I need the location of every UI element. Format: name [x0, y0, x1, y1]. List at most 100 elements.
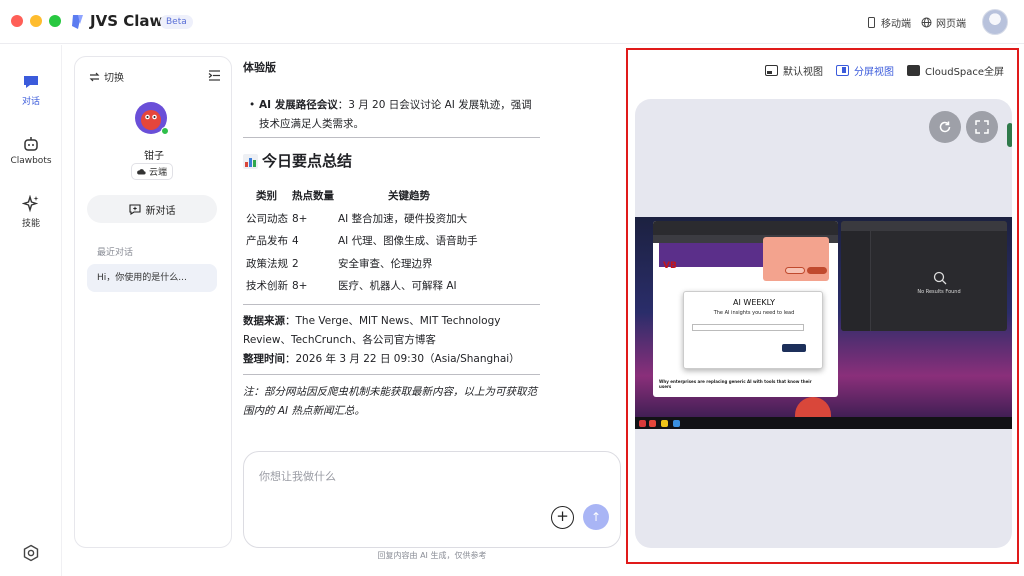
- user-avatar[interactable]: [982, 9, 1008, 35]
- bot-name: 钳子: [144, 151, 164, 162]
- cloud-tag: 云端: [131, 163, 174, 180]
- close-window-button[interactable]: [11, 15, 23, 27]
- default-view-icon: [765, 65, 778, 76]
- divider: [243, 374, 540, 375]
- new-chat-label: 新对话: [145, 205, 176, 217]
- recent-label: 最近对话: [97, 248, 134, 258]
- split-view-button[interactable]: 分屏视图: [836, 63, 894, 78]
- split-view-label: 分屏视图: [854, 67, 894, 78]
- table-cell: 政策法规: [246, 257, 288, 270]
- newsletter-modal: AI WEEKLY The AI insights you need to le…: [683, 291, 823, 369]
- mobile-link[interactable]: 移动端: [866, 15, 911, 30]
- cloud-label: 云端: [149, 168, 168, 178]
- time-line: 整理时间：2026 年 3 月 22 日 09:30（Asia/Shanghai…: [243, 350, 540, 369]
- fullscreen-view-button[interactable]: CloudSpace全屏: [907, 63, 1004, 78]
- summary-heading: 今日要点总结: [243, 152, 352, 171]
- fullscreen-view-label: CloudSpace全屏: [925, 67, 1005, 78]
- settings-icon[interactable]: [22, 544, 40, 562]
- default-view-button[interactable]: 默认视图: [765, 63, 823, 78]
- table-cell: 医疗、机器人、可解释 AI: [338, 280, 457, 292]
- sources-label: 数据来源: [243, 315, 285, 327]
- taskbar-browser-icon: [673, 420, 680, 427]
- time-text: ：2026 年 3 月 22 日 09:30（Asia/Shanghai）: [285, 353, 520, 365]
- table-row: 产品发布 4 AI 代理、图像生成、语音助手: [243, 232, 540, 255]
- remote-desktop-preview[interactable]: VB AI WEEKLY The AI insights you need to…: [635, 99, 1012, 548]
- note-text: 注：部分网站因反爬虫机制未能获取最新内容，以上为可获取范围内的 AI 热点新闻汇…: [243, 386, 537, 417]
- maximize-window-button[interactable]: [49, 15, 61, 27]
- send-button[interactable]: ↑: [583, 504, 609, 530]
- divider: [243, 137, 540, 138]
- new-chat-icon: [128, 203, 141, 215]
- refresh-button[interactable]: [929, 111, 961, 143]
- minimize-window-button[interactable]: [30, 15, 42, 27]
- swap-icon: [89, 72, 100, 81]
- newsletter-subtitle: The AI insights you need to lead: [713, 310, 795, 316]
- remote-popup: [763, 237, 829, 281]
- remote-screen[interactable]: VB AI WEEKLY The AI insights you need to…: [635, 217, 1012, 429]
- collapse-sidebar-icon[interactable]: [208, 69, 221, 82]
- newsletter-submit-button: [782, 344, 806, 352]
- expand-button[interactable]: [966, 111, 998, 143]
- new-chat-button[interactable]: 新对话: [87, 195, 217, 223]
- web-link[interactable]: 网页端: [921, 15, 966, 30]
- ai-disclaimer: 回复内容由 AI 生成，仅供参考: [377, 551, 487, 560]
- magnifier-icon: [933, 271, 947, 285]
- session-panel: 切换 钳子 云端 新对话 最近对话 Hi，你使用的是什么...: [74, 56, 232, 548]
- table-cell: 产品发布: [246, 235, 288, 247]
- table-row: 技术创新 8+ 医疗、机器人、可解释 AI: [243, 277, 540, 300]
- table-cell: AI 整合加速，硬件投资加大: [338, 212, 468, 225]
- app-logo-icon: [72, 15, 83, 29]
- switch-button[interactable]: 切换: [89, 69, 124, 84]
- fullscreen-view-icon: [907, 65, 920, 76]
- browser-tab-bar: [653, 221, 838, 235]
- globe-icon: [921, 17, 932, 28]
- title-bar: JVS Claw Beta 移动端 网页端: [0, 0, 1024, 44]
- chat-icon: [24, 76, 38, 88]
- left-navigation: 对话 Clawbots 技能: [0, 45, 62, 576]
- divider: [243, 304, 540, 305]
- file-window-titlebar: [841, 221, 1007, 231]
- no-results-message: No Results Found: [917, 289, 961, 295]
- recent-chat-item[interactable]: Hi，你使用的是什么...: [87, 264, 217, 292]
- split-view-icon: [836, 65, 849, 76]
- table-cell: 技术创新: [246, 280, 288, 292]
- table-cell: 2: [292, 257, 299, 270]
- refresh-icon: [939, 121, 951, 133]
- file-window-sidebar: [841, 231, 871, 331]
- section-title: 体验版: [243, 61, 276, 74]
- table-cell: 4: [292, 235, 299, 247]
- sources-block: 数据来源：The Verge、MIT News、MIT Technology R…: [243, 312, 540, 369]
- nav-item-skills-label: 技能: [21, 219, 40, 229]
- bullet-text-block: AI 发展路径会议：3 月 20 日会议讨论 AI 发展轨迹，强调技术应满足人类…: [249, 96, 541, 134]
- beta-badge: Beta: [160, 15, 193, 29]
- switch-label: 切换: [104, 73, 124, 84]
- taskbar-app-icon: [649, 420, 656, 427]
- nav-item-chat[interactable]: 对话: [0, 73, 62, 107]
- table-cell: 公司动态: [246, 212, 288, 225]
- taskbar-folder-icon: [661, 420, 668, 427]
- phone-icon: [868, 17, 875, 28]
- bullet-item: • AI 发展路径会议：3 月 20 日会议讨论 AI 发展轨迹，强调技术应满足…: [249, 96, 541, 134]
- table-row: 公司动态 8+ AI 整合加速，硬件投资加大: [243, 210, 540, 233]
- table-cell: 8+: [292, 280, 308, 292]
- online-indicator: [161, 127, 169, 135]
- table-header-row: 类别 热点数量 关键趋势: [243, 187, 540, 210]
- bullet-bold: AI 发展路径会议: [259, 99, 338, 111]
- nav-item-skills[interactable]: 技能: [0, 195, 62, 229]
- table-cell: 8+: [292, 212, 308, 225]
- scroll-indicator: [1007, 123, 1012, 147]
- bot-icon: [24, 137, 38, 151]
- bar-chart-icon: [243, 154, 258, 169]
- table-header-category: 类别: [256, 190, 277, 202]
- message-input-placeholder[interactable]: 你想让我做什么: [259, 468, 336, 484]
- cloudspace-panel: 默认视图 分屏视图 CloudSpace全屏 VB AI WEEKLY The …: [626, 48, 1019, 564]
- summary-table: 类别 热点数量 关键趋势 公司动态 8+ AI 整合加速，硬件投资加大 产品发布…: [243, 187, 540, 300]
- nav-item-clawbots[interactable]: Clawbots: [0, 135, 62, 166]
- vb-logo: VB: [663, 261, 677, 271]
- add-attachment-button[interactable]: +: [551, 506, 574, 529]
- expand-icon: [975, 120, 989, 134]
- table-cell: AI 代理、图像生成、语音助手: [338, 235, 478, 247]
- remote-file-window: No Results Found: [841, 221, 1007, 331]
- taskbar-app-icon: [639, 420, 646, 427]
- message-input-box[interactable]: 你想让我做什么 + ↑: [243, 451, 621, 548]
